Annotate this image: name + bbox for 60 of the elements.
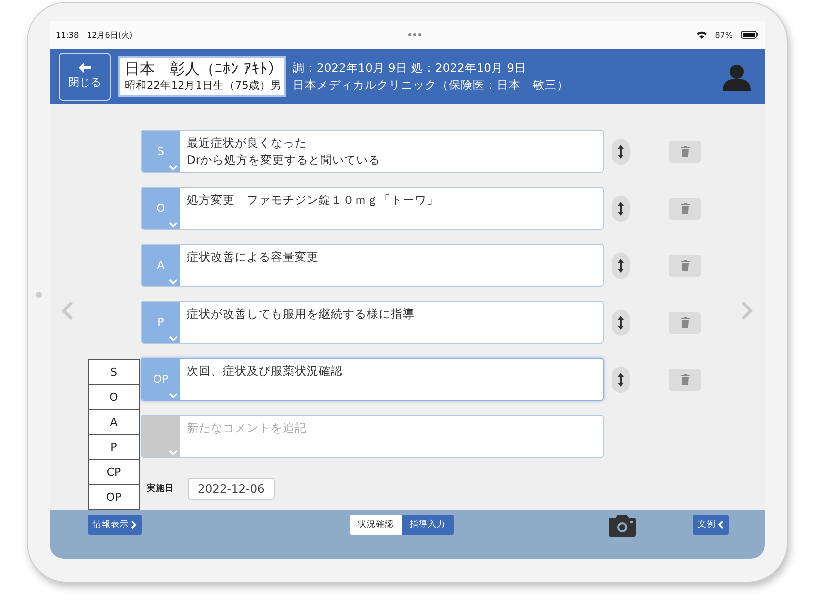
info-button[interactable]: 情報表示	[88, 515, 142, 535]
reorder-handle[interactable]	[612, 138, 630, 164]
trash-icon	[680, 146, 690, 157]
trash-icon	[680, 374, 690, 385]
updown-arrow-icon	[618, 202, 624, 216]
status-date: 12月6日(火)	[87, 30, 133, 40]
back-arrow-icon	[79, 63, 91, 73]
delete-button[interactable]	[669, 140, 701, 162]
status-time: 11:38	[56, 30, 80, 40]
more-icon[interactable]	[408, 33, 422, 37]
home-dot	[36, 292, 42, 298]
battery-percent: 87%	[715, 30, 733, 40]
note-field[interactable]: O 処方変更 ファモチジン錠１０ｍｇ「トーワ」	[141, 187, 604, 230]
updown-arrow-icon	[618, 258, 624, 272]
note-field[interactable]: A 症状改善による容量変更	[141, 244, 604, 287]
updown-arrow-icon	[618, 372, 624, 386]
battery-icon	[741, 31, 759, 39]
close-button[interactable]: 閉じる	[59, 52, 111, 100]
camera-icon[interactable]	[609, 515, 636, 537]
chevron-down-icon	[169, 450, 178, 456]
prescription-dates: 調：2022年10月 9日 処：2022年10月 9日	[293, 60, 528, 76]
menu-item[interactable]: CP	[88, 459, 140, 485]
menu-item[interactable]: O	[88, 384, 140, 410]
delete-button[interactable]	[669, 312, 701, 334]
chevron-down-icon	[169, 279, 178, 285]
updown-arrow-icon	[618, 144, 624, 158]
example-button[interactable]: 文例	[693, 515, 729, 535]
trash-icon	[680, 203, 690, 214]
date-field[interactable]: 2022-12-06	[188, 478, 275, 500]
menu-item[interactable]: S	[88, 359, 140, 385]
wifi-icon	[697, 31, 708, 39]
note-field[interactable]: OP 次回、症状及び服薬状況確認	[141, 358, 604, 401]
patient-birth: 昭和22年12月1日生（75歳）男	[125, 79, 279, 93]
segment-tab[interactable]: 状況確認	[350, 515, 402, 535]
updown-arrow-icon	[618, 316, 624, 330]
segment-tab[interactable]: 指導入力	[402, 515, 454, 535]
trash-icon	[680, 260, 690, 271]
reorder-handle[interactable]	[612, 366, 630, 392]
chevron-down-icon	[169, 165, 178, 171]
menu-item[interactable]: P	[88, 434, 140, 460]
delete-button[interactable]	[669, 368, 701, 390]
chevron-right-icon	[131, 521, 137, 529]
date-label: 実施日	[147, 483, 174, 495]
chevron-down-icon	[169, 222, 178, 228]
delete-button[interactable]	[669, 254, 701, 276]
reorder-handle[interactable]	[612, 196, 630, 222]
chevron-left-icon	[718, 521, 724, 529]
menu-item[interactable]: A	[88, 409, 140, 435]
patient-name: 日本 彰人（ﾆﾎﾝ ｱｷﾄ）	[125, 60, 279, 79]
trash-icon	[680, 317, 690, 328]
user-icon[interactable]	[722, 62, 752, 90]
chevron-down-icon	[169, 336, 178, 342]
note-field[interactable]: S 最近症状が良くなった Drから処方を変更すると聞いている	[141, 130, 604, 173]
delete-button[interactable]	[669, 198, 701, 220]
clinic-name: 日本メディカルクリニック（保険医：日本 敏三）	[293, 78, 570, 92]
note-field[interactable]: P 症状が改善しても服用を継続する様に指導	[141, 301, 604, 344]
chevron-down-icon	[169, 393, 178, 399]
reorder-handle[interactable]	[612, 310, 630, 336]
reorder-handle[interactable]	[612, 252, 630, 278]
menu-item[interactable]: OP	[88, 484, 140, 510]
